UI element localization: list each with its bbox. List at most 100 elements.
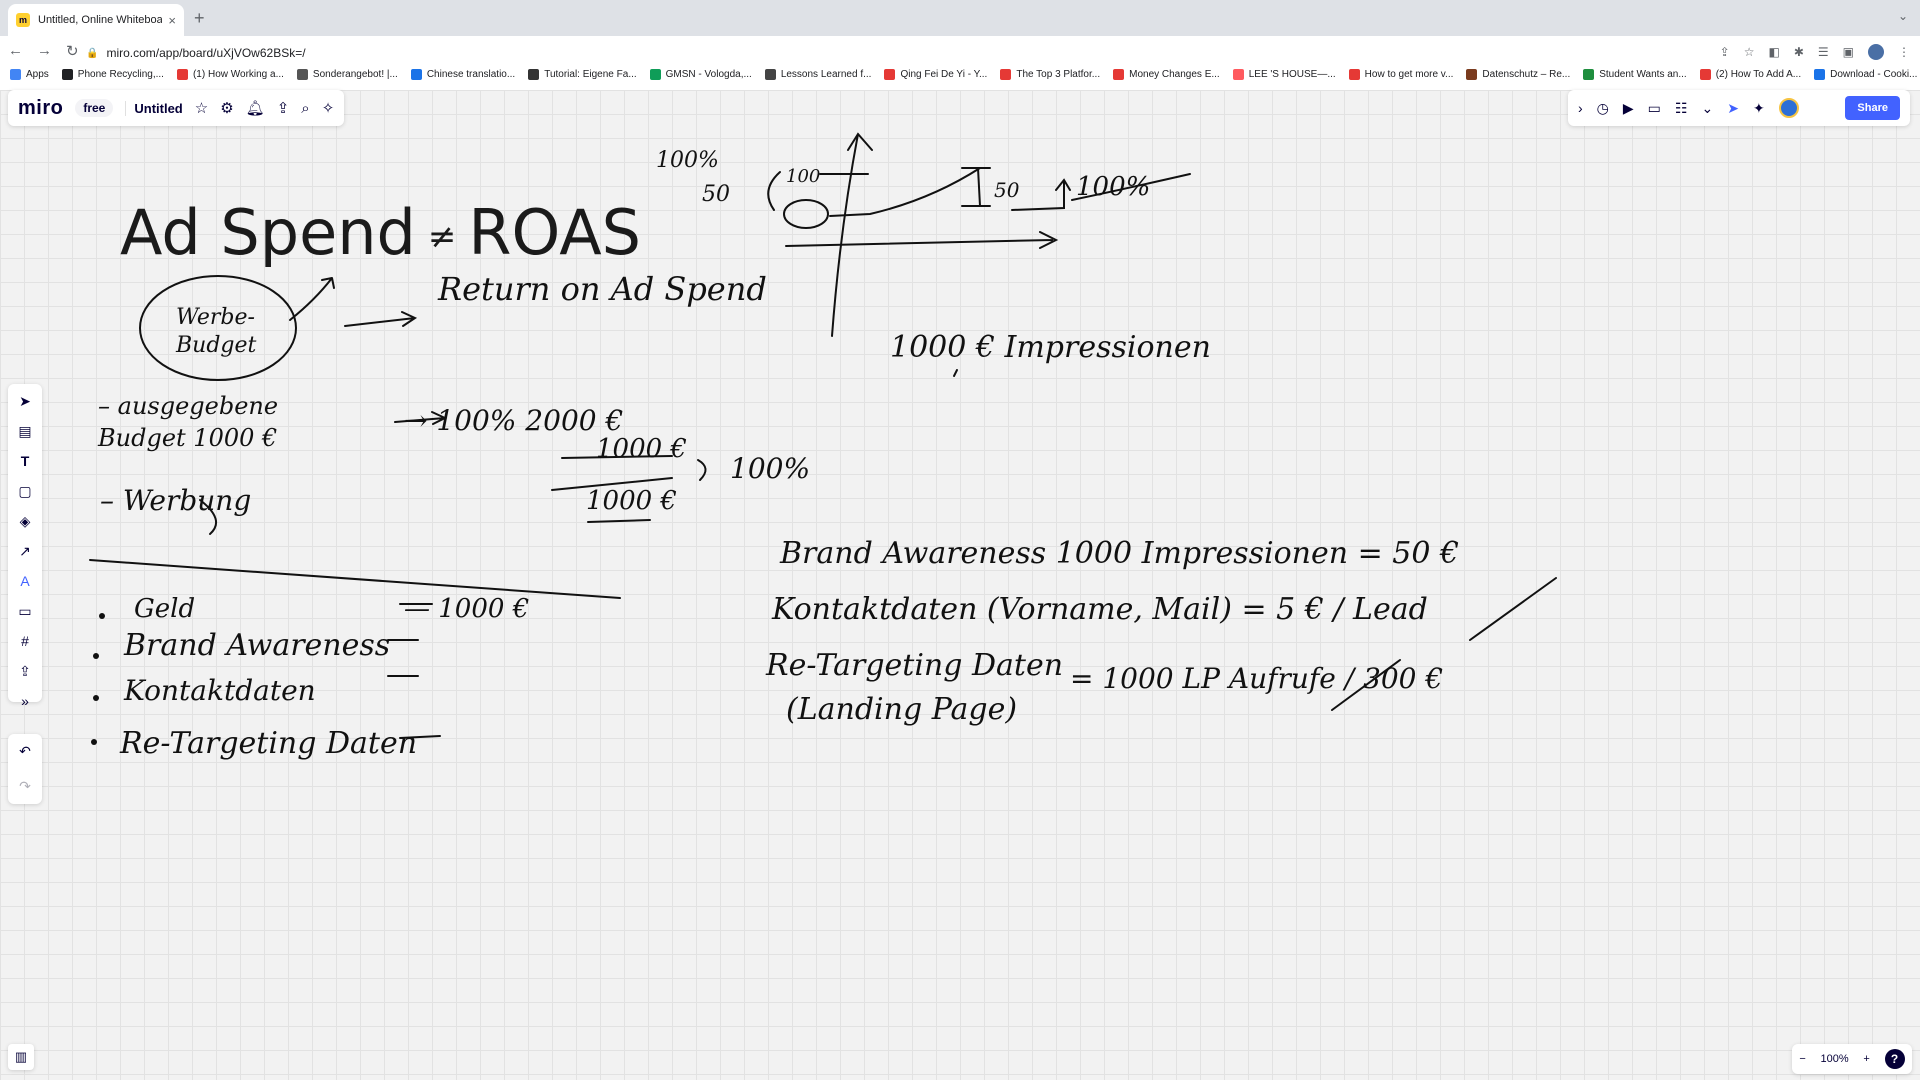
bookmark-item[interactable]: (2) How To Add A...: [1699, 68, 1801, 80]
connector-line-icon[interactable]: ↗: [19, 542, 31, 561]
help-icon[interactable]: ?: [1884, 1049, 1905, 1069]
note-chart-50b[interactable]: 50: [994, 178, 1019, 202]
bookmark-item[interactable]: How to get more v...: [1348, 68, 1453, 80]
settings-gear-icon[interactable]: ⚙: [220, 99, 233, 117]
list-item-brand-awareness[interactable]: Brand Awareness: [124, 628, 390, 663]
bookmark-label: Qing Fei De Yi - Y...: [900, 68, 988, 80]
bookmark-star-icon[interactable]: ☆: [1744, 45, 1755, 59]
browser-menu-icon[interactable]: ⋮: [1898, 45, 1910, 59]
bookmark-item[interactable]: Student Wants an...: [1583, 68, 1687, 80]
pen-tool-icon[interactable]: A: [20, 572, 29, 591]
undo-icon[interactable]: ↶: [19, 742, 31, 761]
more-chevron-icon[interactable]: ⌄: [1701, 100, 1713, 117]
star-icon[interactable]: ☆: [195, 99, 208, 117]
plan-badge[interactable]: free: [75, 99, 114, 117]
profile-avatar[interactable]: [1868, 44, 1884, 60]
text-tool-icon[interactable]: T: [21, 452, 30, 471]
list-item-retargeting[interactable]: Re-Targeting Daten: [120, 726, 417, 761]
bell-icon[interactable]: 🔔︎: [246, 99, 265, 117]
share-button[interactable]: Share: [1845, 96, 1900, 120]
bookmark-favicon-icon: [1232, 68, 1244, 80]
bookmark-item[interactable]: Qing Fei De Yi - Y...: [884, 68, 988, 80]
note-chart-label[interactable]: 100%: [1076, 172, 1150, 202]
more-tools-icon[interactable]: »: [21, 692, 29, 711]
bookmark-favicon-icon: [528, 68, 540, 80]
bookmark-item[interactable]: Apps: [10, 68, 49, 80]
note-rhs-brand[interactable]: Brand Awareness 1000 Impressionen = 50 €: [780, 536, 1459, 571]
comment-icon[interactable]: ▭: [18, 602, 31, 621]
cursor-icon[interactable]: ➤: [1727, 100, 1739, 117]
bookmark-item[interactable]: Phone Recycling,...: [61, 68, 164, 80]
note-rhs-landing[interactable]: (Landing Page): [786, 692, 1017, 727]
note-calc-1[interactable]: → 100% 2000 €: [404, 404, 623, 437]
zoom-out-icon[interactable]: −: [1799, 1053, 1805, 1065]
present-icon[interactable]: ▭: [1648, 100, 1661, 117]
magic-icon[interactable]: ✧: [322, 99, 335, 117]
browser-tab[interactable]: m Untitled, Online Whiteboard fo ×: [8, 4, 184, 36]
user-avatar[interactable]: [1778, 98, 1799, 118]
bookmark-item[interactable]: GMSN - Vologda,...: [649, 68, 752, 80]
back-icon[interactable]: ←: [8, 42, 23, 60]
note-rhs-kontakt[interactable]: Kontaktdaten (Vorname, Mail) = 5 € / Lea…: [772, 592, 1428, 627]
zoom-in-icon[interactable]: +: [1863, 1053, 1869, 1065]
zoom-level[interactable]: 100%: [1821, 1053, 1849, 1065]
bookmark-item[interactable]: (1) How Working a...: [176, 68, 284, 80]
frame-icon[interactable]: #: [21, 632, 29, 651]
list-item-kontaktdaten[interactable]: Kontaktdaten: [124, 674, 316, 707]
timer-icon[interactable]: ◷: [1597, 100, 1609, 117]
note-chart-100[interactable]: 100: [786, 166, 820, 187]
sidebar-icon[interactable]: ▣: [1843, 45, 1854, 59]
puzzle-extensions-icon[interactable]: ✱: [1794, 45, 1804, 59]
bookmark-item[interactable]: Lessons Learned f...: [764, 68, 871, 80]
bookmark-item[interactable]: Money Changes E...: [1113, 68, 1220, 80]
note-impressions[interactable]: 1000 € Impressionen: [890, 330, 1211, 365]
board-name[interactable]: Untitled: [125, 100, 183, 116]
share-page-icon[interactable]: ⇪: [1720, 45, 1730, 59]
upload-icon[interactable]: ⇪: [277, 99, 290, 117]
note-calc-result[interactable]: 100%: [730, 452, 810, 485]
close-tab-icon[interactable]: ×: [168, 13, 176, 28]
redo-icon[interactable]: ↷: [19, 777, 31, 796]
bookmark-item[interactable]: Download - Cooki...: [1814, 68, 1917, 80]
new-tab-icon[interactable]: +: [194, 8, 205, 29]
board-title[interactable]: Ad Spend ≠ ROAS: [120, 196, 641, 269]
note-werbung[interactable]: – Werbung: [100, 484, 251, 517]
list-item-geld-value[interactable]: — 1000 €: [404, 594, 529, 624]
note-chart-50[interactable]: 50: [702, 182, 730, 207]
note-rhs-retarget[interactable]: Re-Targeting Daten: [766, 648, 1063, 683]
note-calc-3[interactable]: 1000 €: [586, 486, 677, 516]
reactions-icon[interactable]: ✦: [1753, 100, 1765, 117]
note-budget-circle[interactable]: Werbe- Budget: [176, 304, 276, 360]
bookmark-label: Datenschutz – Re...: [1482, 68, 1571, 80]
search-icon[interactable]: ⌕: [301, 100, 309, 117]
templates-icon[interactable]: ▤: [18, 422, 31, 441]
sticky-note-icon[interactable]: ▢: [18, 482, 31, 501]
note-chart-100pct[interactable]: 100%: [656, 148, 719, 173]
bookmark-item[interactable]: LEE 'S HOUSE—...: [1232, 68, 1336, 80]
reading-list-icon[interactable]: ☰: [1818, 45, 1829, 59]
upload-tool-icon[interactable]: ⇪: [19, 662, 31, 681]
shapes-icon[interactable]: ◈: [20, 512, 31, 531]
bookmark-item[interactable]: Datenschutz – Re...: [1466, 68, 1571, 80]
bookmark-item[interactable]: The Top 3 Platfor...: [1000, 68, 1100, 80]
video-icon[interactable]: ▶: [1623, 100, 1634, 117]
bookmark-item[interactable]: Sonderangebot! |...: [296, 68, 398, 80]
note-return-on-ad-spend[interactable]: Return on Ad Spend: [438, 270, 767, 308]
select-tool-icon[interactable]: ➤: [19, 392, 31, 411]
collapse-chevron-icon[interactable]: ›: [1578, 100, 1583, 116]
list-item-geld[interactable]: Geld: [134, 594, 195, 624]
reload-icon[interactable]: ↻: [66, 42, 79, 60]
frames-panel-icon[interactable]: ▥: [8, 1044, 34, 1070]
bookmark-item[interactable]: Tutorial: Eigene Fa...: [528, 68, 637, 80]
title-ad-spend: Ad Spend: [120, 196, 416, 269]
note-rhs-retarget-value[interactable]: = 1000 LP Aufrufe / 300 €: [1070, 662, 1443, 695]
forward-icon[interactable]: →: [37, 42, 52, 60]
bookmark-item[interactable]: Chinese translatio...: [410, 68, 515, 80]
tab-search-chevron-icon[interactable]: ⌄: [1898, 9, 1908, 23]
extension-icon[interactable]: ◧: [1768, 45, 1779, 59]
notes-icon[interactable]: ☷: [1675, 100, 1688, 117]
note-ausgegeben[interactable]: – ausgegebene Budget 1000 €: [98, 390, 358, 454]
url-field[interactable]: 🔒 miro.com/app/board/uXjVOw62BSk=/: [86, 42, 1736, 64]
miro-logo[interactable]: miro: [18, 97, 63, 120]
note-calc-2[interactable]: 1000 €: [596, 434, 687, 464]
